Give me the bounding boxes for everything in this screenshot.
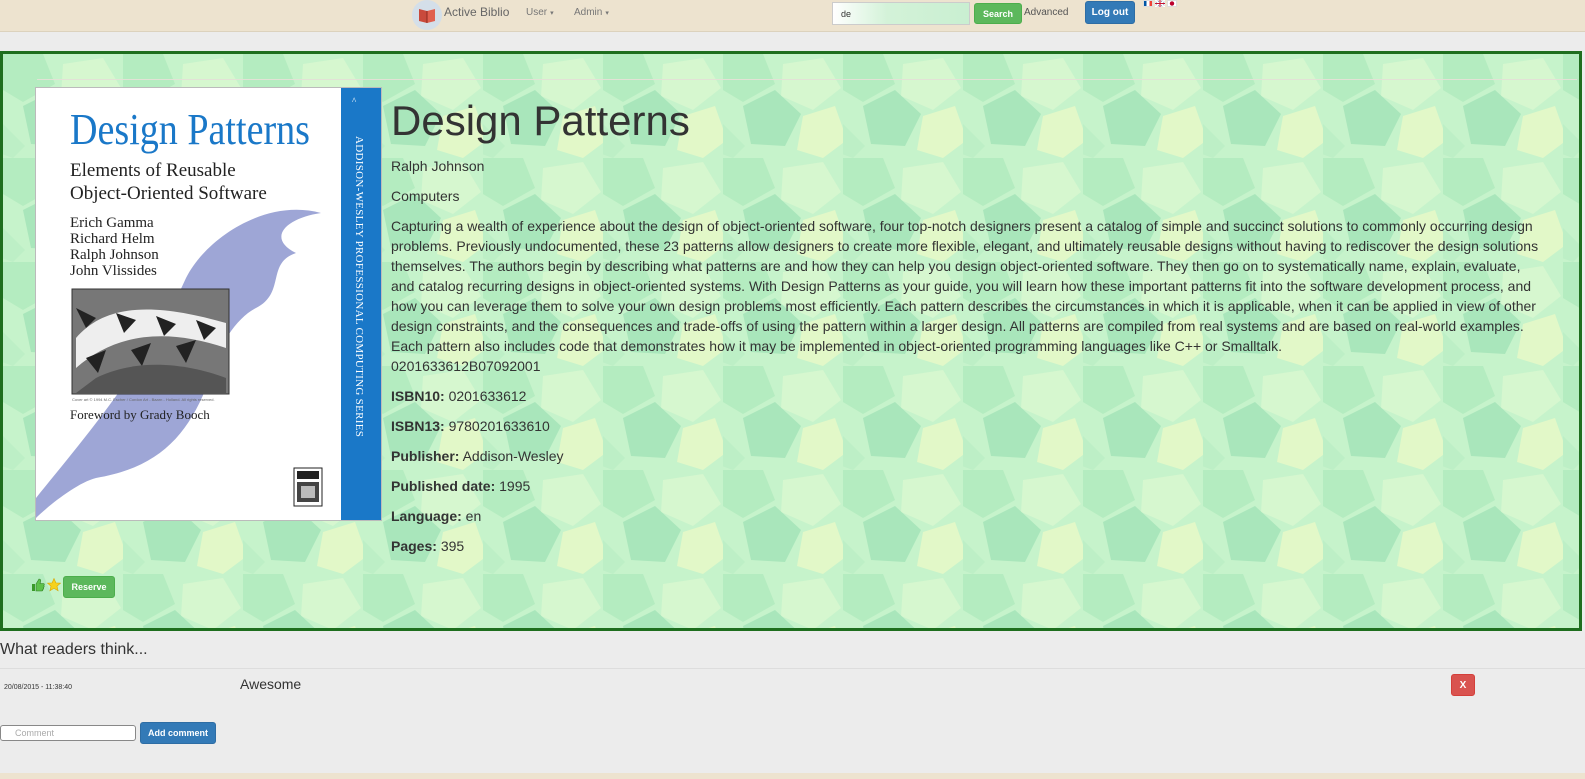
footer bbox=[0, 773, 1585, 779]
cover-author-2: Richard Helm bbox=[70, 231, 155, 247]
reserve-button[interactable]: Reserve bbox=[63, 576, 115, 598]
delete-review-button[interactable]: X bbox=[1451, 674, 1475, 696]
book-detail-panel: ^ ADDISON-WESLEY PROFESSIONAL COMPUTING … bbox=[0, 51, 1582, 631]
cover-spine-text: ADDISON-WESLEY PROFESSIONAL COMPUTING SE… bbox=[353, 136, 365, 437]
book-description: Capturing a wealth of experience about t… bbox=[391, 216, 1541, 376]
pages-label: Pages: bbox=[391, 538, 437, 554]
book-reference: 0201633612B07092001 bbox=[391, 358, 541, 374]
cover-author-3: Ralph Johnson bbox=[70, 247, 159, 263]
admin-menu-label: Admin bbox=[574, 7, 603, 18]
cover-author-4: John Vlissides bbox=[70, 263, 157, 279]
pages-value: 395 bbox=[440, 538, 465, 554]
cover-subtitle-1: Elements of Reusable bbox=[70, 160, 236, 181]
isbn10-label: ISBN10: bbox=[391, 388, 445, 404]
top-navbar: Active Biblio User▾ Admin▾ Search Advanc… bbox=[0, 0, 1585, 32]
language-label: Language: bbox=[391, 508, 462, 524]
isbn13-label: ISBN13: bbox=[391, 418, 445, 434]
pages-row: Pages: 395 bbox=[391, 536, 1541, 556]
add-comment-button[interactable]: Add comment bbox=[140, 722, 216, 744]
logout-button[interactable]: Log out bbox=[1085, 1, 1135, 24]
isbn13-row: ISBN13: 9780201633610 bbox=[391, 416, 1541, 436]
cover-foreword: Foreword by Grady Booch bbox=[70, 407, 210, 422]
book-title: Design Patterns bbox=[391, 97, 690, 144]
jp-flag-icon[interactable] bbox=[1167, 0, 1177, 7]
published-date-label: Published date: bbox=[391, 478, 496, 494]
language-flags bbox=[1143, 0, 1177, 7]
cover-title: Design Patterns bbox=[70, 105, 310, 154]
review-text: Awesome bbox=[240, 676, 302, 692]
comment-input[interactable] bbox=[0, 725, 136, 741]
chevron-down-icon: ▾ bbox=[550, 10, 554, 17]
book-details: Design Patterns Ralph Johnson Computers … bbox=[391, 96, 1541, 566]
book-actions: Reserve bbox=[31, 576, 115, 598]
review-date: 20/08/2015 - 11:38:40 bbox=[4, 684, 72, 691]
book-logo-icon bbox=[412, 0, 442, 30]
published-date-value: 1995 bbox=[499, 478, 531, 494]
description-text: Capturing a wealth of experience about t… bbox=[391, 218, 1539, 354]
publisher-row: Publisher: Addison-Wesley bbox=[391, 446, 1541, 466]
admin-menu[interactable]: Admin ▾ bbox=[574, 7, 609, 18]
svg-text:Cover art © 1994 M.C. Escher /: Cover art © 1994 M.C. Escher / Cordon Ar… bbox=[72, 397, 215, 402]
user-menu-label: User bbox=[526, 7, 548, 18]
cover-subtitle-2: Object-Oriented Software bbox=[70, 183, 267, 204]
published-date-row: Published date: 1995 bbox=[391, 476, 1541, 496]
advanced-search-link[interactable]: Advanced bbox=[1024, 7, 1068, 18]
divider bbox=[37, 79, 1577, 80]
fr-flag-icon[interactable] bbox=[1143, 0, 1153, 7]
book-cover-image: ^ ADDISON-WESLEY PROFESSIONAL COMPUTING … bbox=[35, 87, 382, 521]
isbn13-value: 9780201633610 bbox=[448, 418, 550, 434]
cover-author-1: Erich Gamma bbox=[70, 215, 154, 231]
uk-flag-icon[interactable] bbox=[1155, 0, 1165, 7]
brand[interactable]: Active Biblio bbox=[412, 0, 509, 30]
search-input[interactable] bbox=[832, 2, 970, 25]
isbn10-value: 0201633612 bbox=[448, 388, 527, 404]
brand-name: Active Biblio bbox=[444, 5, 510, 19]
star-icon[interactable] bbox=[46, 577, 62, 597]
language-row: Language: en bbox=[391, 506, 1541, 526]
publisher-label: Publisher: bbox=[391, 448, 460, 464]
user-menu[interactable]: User ▾ bbox=[526, 7, 554, 18]
search-button[interactable]: Search bbox=[974, 3, 1022, 24]
language-value: en bbox=[465, 508, 482, 524]
publisher-value: Addison-Wesley bbox=[462, 448, 564, 464]
thumbs-up-icon[interactable] bbox=[31, 578, 45, 597]
book-author: Ralph Johnson bbox=[391, 158, 485, 174]
divider bbox=[0, 668, 1585, 669]
isbn10-row: ISBN10: 0201633612 bbox=[391, 386, 1541, 406]
chevron-down-icon: ▾ bbox=[605, 10, 609, 17]
book-category: Computers bbox=[391, 188, 460, 204]
reviews-heading: What readers think... bbox=[0, 641, 148, 658]
